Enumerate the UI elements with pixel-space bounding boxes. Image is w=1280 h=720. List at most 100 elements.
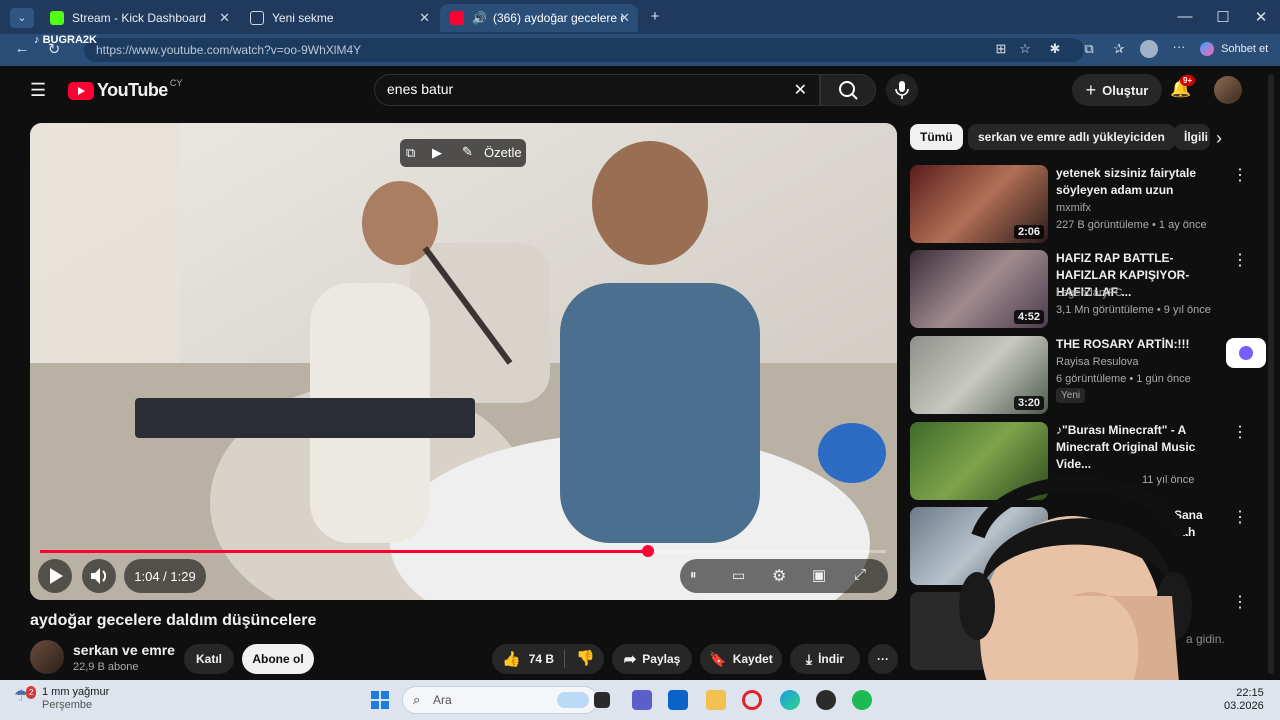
voice-search-button[interactable] <box>886 74 918 106</box>
rec-channel[interactable]: LegendaryFC <box>1056 287 1123 299</box>
spotify-icon[interactable] <box>852 690 872 710</box>
channel-name[interactable]: serkan ve emre <box>73 642 175 658</box>
new-badge: Yeni <box>1056 388 1086 403</box>
subscribe-button[interactable]: Abone ol <box>242 644 314 674</box>
more-vertical-icon[interactable]: ⋮ <box>1232 422 1248 442</box>
share-button[interactable]: ➦ Paylaş <box>612 644 692 674</box>
rec-title[interactable]: THE ROSARY ARTİN:!!! <box>1056 336 1222 353</box>
subscriber-count: 22,9 B abone <box>73 661 139 673</box>
favorite-star-icon[interactable]: ☆ <box>1016 41 1034 57</box>
copilot-button[interactable]: Sohbet et <box>1200 42 1268 56</box>
close-icon[interactable]: ✕ <box>219 10 230 26</box>
scrollbar[interactable] <box>1268 74 1274 674</box>
logo-region: CY <box>169 77 183 88</box>
collections-icon[interactable]: ⧉ <box>1080 41 1098 57</box>
notifications-button[interactable]: 🔔 9+ <box>1170 75 1196 99</box>
maximize-icon[interactable]: ☐ <box>1214 8 1232 26</box>
tab-label: Stream - Kick Dashboard <box>72 11 207 25</box>
join-button[interactable]: Katıl <box>184 644 234 674</box>
like-count[interactable]: 74 B <box>529 652 554 666</box>
rec-thumbnail[interactable]: 4:52 <box>910 250 1048 328</box>
like-icon[interactable]: 👍 <box>502 650 521 668</box>
teams-icon[interactable] <box>632 690 652 710</box>
back-icon[interactable]: ← <box>12 40 32 57</box>
account-avatar[interactable] <box>1214 76 1242 104</box>
window-close-icon[interactable]: ✕ <box>1252 8 1270 26</box>
clear-search-icon[interactable]: ✕ <box>794 80 807 100</box>
duration-badge: 4:52 <box>1013 310 1044 324</box>
more-vertical-icon[interactable]: ⋮ <box>1232 165 1248 185</box>
fullscreen-icon[interactable]: ⤢ <box>854 566 866 583</box>
tab-kick-dashboard[interactable]: Stream - Kick Dashboard ✕ <box>40 4 238 32</box>
settings-gear-icon[interactable]: ⚙ <box>772 566 786 586</box>
youtube-favicon-icon <box>450 11 464 25</box>
assistant-bubble[interactable] <box>1226 338 1266 368</box>
more-vertical-icon[interactable]: ⋮ <box>1232 592 1248 612</box>
apps-icon[interactable]: ⊞ <box>992 41 1010 57</box>
rec-title[interactable]: yetenek sizsiniz fairytale söyleyen adam… <box>1056 165 1222 199</box>
miniplayer-icon[interactable]: ⧉ <box>406 145 415 161</box>
start-windows-icon[interactable] <box>370 690 390 710</box>
rec-thumbnail[interactable]: 2:06 <box>910 165 1048 243</box>
playlist-icon[interactable]: ▶ <box>432 145 442 161</box>
divider <box>564 650 565 668</box>
more-vertical-icon[interactable]: ⋮ <box>1232 250 1248 270</box>
favorites-icon[interactable]: ✰ <box>1110 41 1128 57</box>
chevron-right-icon[interactable]: › <box>1216 128 1222 149</box>
rec-channel[interactable]: Rayisa Resulova <box>1056 356 1139 368</box>
url-field[interactable]: https://www.youtube.com/watch?v=oo-9WhXl… <box>84 38 1084 62</box>
tab-youtube-video[interactable]: 🔊 (366) aydoğar gecelere daldım ✕ <box>440 4 638 32</box>
rec-thumbnail[interactable]: 3:20 <box>910 336 1048 414</box>
taskbar-search[interactable]: ⌕ Ara <box>402 686 598 714</box>
dislike-icon[interactable]: 👎 <box>576 649 595 667</box>
menu-icon[interactable]: ☰ <box>30 80 46 101</box>
play-button[interactable] <box>38 559 72 593</box>
extensions-icon[interactable]: ✱ <box>1046 41 1064 57</box>
close-icon[interactable]: ✕ <box>619 10 630 26</box>
more-vertical-icon[interactable]: ⋮ <box>1232 507 1248 527</box>
weather-widget[interactable]: ☂ 2 1 mm yağmur Perşembe <box>14 686 109 712</box>
time-text: 1:04 / 1:29 <box>134 568 196 584</box>
tab-actions-icon[interactable]: ⌄ <box>10 8 34 28</box>
task-view-icon[interactable] <box>594 692 610 708</box>
download-button[interactable]: ⤓ İndir <box>790 644 860 674</box>
plus-icon: + <box>1085 79 1097 100</box>
more-icon[interactable]: ··· <box>1170 39 1188 54</box>
search-button[interactable] <box>820 74 876 106</box>
store-icon[interactable] <box>668 690 688 710</box>
profile-icon[interactable] <box>1140 40 1158 58</box>
volume-button[interactable] <box>82 559 116 593</box>
tab-new-tab[interactable]: Yeni sekme ✕ <box>240 4 438 32</box>
volume-icon <box>91 568 107 584</box>
chip-uploader[interactable]: serkan ve emre adlı yükleyiciden <box>968 124 1175 150</box>
close-icon[interactable]: ✕ <box>419 10 430 26</box>
opera-icon[interactable] <box>742 690 762 710</box>
rec-meta: 227 B görüntüleme • 1 ay önce <box>1056 219 1207 231</box>
subtitles-icon[interactable]: ▭ <box>732 567 745 584</box>
autoplay-toggle-icon[interactable]: ⏸ <box>690 567 697 583</box>
file-explorer-icon[interactable] <box>706 690 726 710</box>
edge-icon[interactable] <box>780 690 800 710</box>
video-frame <box>30 123 897 600</box>
create-button[interactable]: + Oluştur <box>1072 74 1162 106</box>
chip-all[interactable]: Tümü <box>910 124 963 150</box>
search-icon <box>839 81 858 100</box>
chip-related[interactable]: İlgili <box>1174 124 1210 150</box>
youtube-logo[interactable]: YouTube CY <box>68 77 183 101</box>
clock-date: 03.2026 <box>1224 700 1264 712</box>
theater-mode-icon[interactable]: ▣ <box>812 566 826 584</box>
rec-channel[interactable]: mxmifx <box>1056 202 1091 214</box>
video-player[interactable]: ⧉ ▶ ✎ Özetle 1:04 / 1:29 ⏸ ▭ ⚙ ▣ ⤢ <box>30 123 897 600</box>
obs-icon[interactable] <box>816 690 836 710</box>
summarize-overlay[interactable]: ⧉ ▶ ✎ Özetle <box>400 139 526 167</box>
youtube-header: ☰ YouTube CY enes batur ✕ + Oluştur 🔔 9+ <box>10 66 1278 114</box>
rec-meta: 3,1 Mn görüntüleme • 9 yıl önce <box>1056 304 1211 316</box>
summarize-label: Özetle <box>484 145 522 160</box>
system-clock[interactable]: 22:15 03.2026 <box>1224 687 1264 713</box>
tiktok-handle: BUGRA2K <box>42 34 97 46</box>
channel-avatar[interactable] <box>30 640 64 674</box>
search-input[interactable]: enes batur ✕ <box>374 74 820 106</box>
save-button[interactable]: 🔖 Kaydet <box>700 644 782 674</box>
new-tab-plus-icon[interactable]: + <box>646 8 664 25</box>
minimize-icon[interactable]: — <box>1176 8 1194 25</box>
